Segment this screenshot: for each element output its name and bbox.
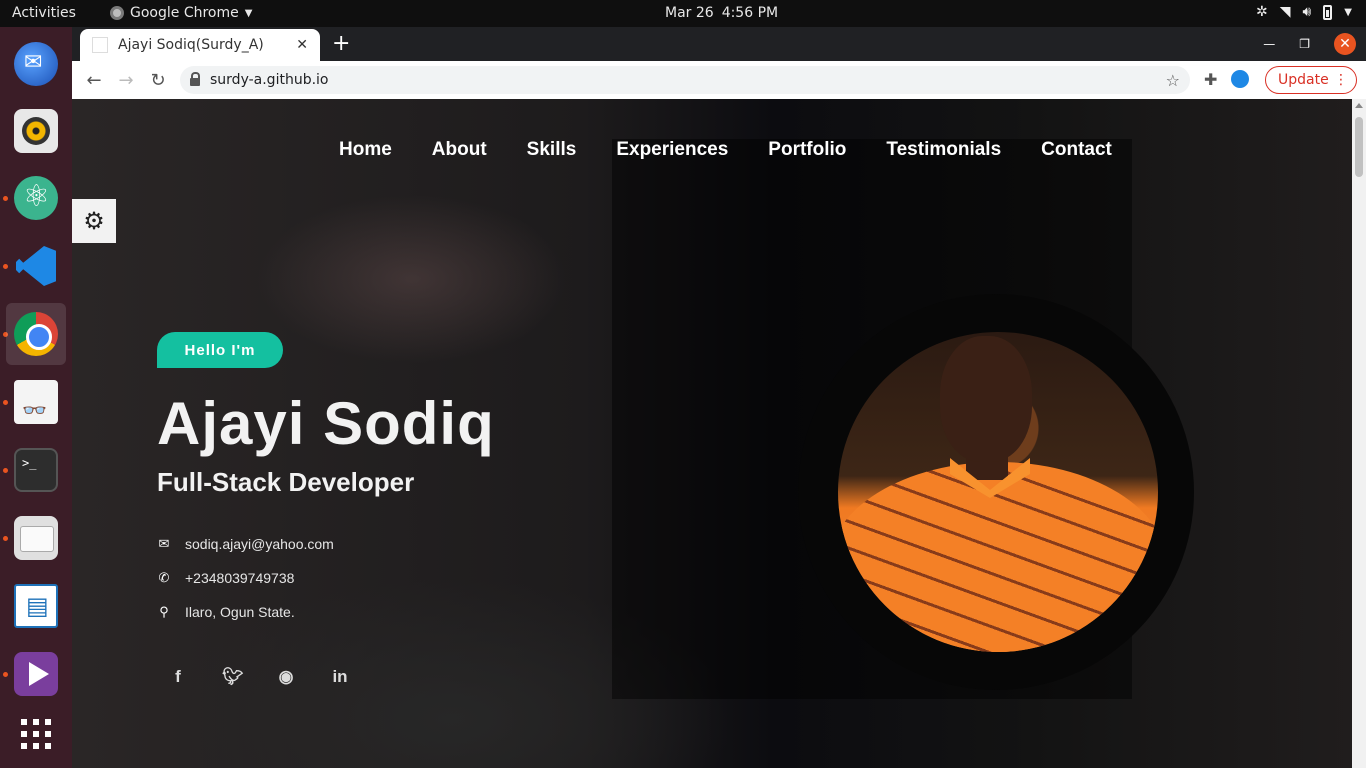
nav-testimonials[interactable]: Testimonials <box>886 139 1001 161</box>
phone-icon: ✆ <box>158 570 170 585</box>
dock-item-files[interactable] <box>6 507 66 569</box>
vscode-icon <box>14 244 58 288</box>
terminal-icon <box>14 448 58 492</box>
chrome-app-icon <box>110 6 124 20</box>
nav-skills[interactable]: Skills <box>527 139 577 161</box>
battery-icon[interactable] <box>1323 4 1333 20</box>
libreoffice-writer-icon <box>14 584 58 628</box>
location-text: Ilaro, Ogun State. <box>185 604 295 620</box>
nav-experiences[interactable]: Experiences <box>616 139 728 161</box>
minimize-button[interactable]: — <box>1263 37 1275 51</box>
clock-date: Mar 26 <box>665 5 714 21</box>
address-bar[interactable]: surdy-a.github.io ☆ <box>180 66 1190 94</box>
extensions-area: ✚ <box>1204 70 1250 89</box>
bookmark-star-icon[interactable]: ☆ <box>1166 71 1180 90</box>
system-tray[interactable]: ✲ ◥ 🔊︎ ▼ <box>1256 4 1352 20</box>
app-menu-label: Google Chrome <box>130 5 239 21</box>
atom-icon <box>14 176 58 220</box>
dock-item-writer[interactable] <box>6 575 66 637</box>
system-top-bar: Activities Google Chrome ▼ Mar 26 4:56 P… <box>0 0 1366 27</box>
tab-strip: Ajayi Sodiq(Surdy_A) ✕ + — ❐ ✕ <box>72 27 1366 61</box>
browser-toolbar: ← → ↻ surdy-a.github.io ☆ ✚ Update ⋮ <box>72 61 1366 99</box>
document-viewer-icon <box>14 380 58 424</box>
contact-phone[interactable]: ✆ +2348039749738 <box>157 570 295 586</box>
rhythmbox-icon <box>14 109 58 153</box>
clock[interactable]: Mar 26 4:56 PM <box>665 5 778 21</box>
update-button[interactable]: Update ⋮ <box>1265 66 1357 94</box>
update-label: Update <box>1278 72 1329 88</box>
chevron-down-icon[interactable]: ▼ <box>1344 7 1352 18</box>
lock-icon[interactable] <box>190 72 200 86</box>
map-marker-icon: ⚲ <box>159 604 169 619</box>
wifi-icon[interactable]: ◥ <box>1280 4 1291 20</box>
thunderbird-icon <box>14 42 58 86</box>
hero-name: Ajayi Sodiq <box>157 390 495 457</box>
show-apps-button[interactable] <box>6 703 66 765</box>
social-links: f 🐦︎ ◉ in <box>168 667 350 687</box>
site-nav: Home About Skills Experiences Portfolio … <box>339 139 1152 161</box>
hero-role: Full-Stack Developer <box>157 467 415 497</box>
hello-badge: Hello I'm <box>157 332 283 368</box>
dock-item-thunderbird[interactable] <box>6 33 66 95</box>
dock-item-terminal[interactable] <box>6 439 66 501</box>
page-viewport: Home About Skills Experiences Portfolio … <box>72 99 1352 768</box>
contact-email[interactable]: ✉ sodiq.ajayi@yahoo.com <box>157 536 334 552</box>
gear-icon: ⚙ <box>83 207 105 235</box>
close-icon[interactable]: ✕ <box>296 37 308 53</box>
dock-item-atom[interactable] <box>6 167 66 229</box>
app-menu[interactable]: Google Chrome ▼ <box>110 5 252 21</box>
dock-item-vscode[interactable] <box>6 235 66 297</box>
url-text: surdy-a.github.io <box>210 72 329 88</box>
new-tab-button[interactable]: + <box>332 31 350 56</box>
extensions-puzzle-icon[interactable]: ✚ <box>1204 70 1217 89</box>
chrome-window: Ajayi Sodiq(Surdy_A) ✕ + — ❐ ✕ ← → ↻ sur… <box>72 27 1366 768</box>
page-scrollbar[interactable] <box>1352 99 1366 768</box>
dock-item-chrome[interactable] <box>6 303 66 365</box>
github-icon[interactable]: ◉ <box>276 667 296 687</box>
favicon-icon <box>92 37 108 53</box>
twitter-icon[interactable]: 🐦︎ <box>222 667 244 687</box>
video-player-icon <box>14 652 58 696</box>
scrollbar-thumb[interactable] <box>1355 117 1363 177</box>
more-vert-icon[interactable]: ⋮ <box>1334 72 1348 88</box>
accessibility-icon[interactable]: ✲ <box>1256 4 1268 20</box>
back-button[interactable]: ← <box>78 70 110 91</box>
facebook-icon[interactable]: f <box>168 667 188 687</box>
nav-portfolio[interactable]: Portfolio <box>768 139 846 161</box>
show-apps-icon <box>21 719 51 749</box>
theme-toggle-button[interactable]: ⚙ <box>72 199 116 243</box>
window-controls: — ❐ ✕ <box>1263 33 1356 55</box>
clock-time: 4:56 PM <box>721 5 779 21</box>
scroll-up-arrow-icon[interactable] <box>1355 103 1363 108</box>
tab-title: Ajayi Sodiq(Surdy_A) <box>118 37 264 53</box>
nav-home[interactable]: Home <box>339 139 392 161</box>
forward-button[interactable]: → <box>110 70 142 91</box>
dock-item-video[interactable] <box>6 643 66 705</box>
nav-contact[interactable]: Contact <box>1041 139 1112 161</box>
volume-icon[interactable]: 🔊︎ <box>1302 4 1311 20</box>
nav-about[interactable]: About <box>432 139 487 161</box>
activities-button[interactable]: Activities <box>12 5 76 21</box>
dock <box>0 27 72 768</box>
linkedin-icon[interactable]: in <box>330 667 350 687</box>
profile-photo <box>838 332 1158 652</box>
chrome-icon <box>14 312 58 356</box>
phone-text: +2348039749738 <box>185 570 295 586</box>
dock-item-rhythmbox[interactable] <box>6 100 66 162</box>
contact-location: ⚲ Ilaro, Ogun State. <box>157 604 295 620</box>
reload-button[interactable]: ↻ <box>142 70 174 91</box>
envelope-icon: ✉ <box>158 536 170 551</box>
dock-item-document-viewer[interactable] <box>6 371 66 433</box>
close-window-button[interactable]: ✕ <box>1334 33 1356 55</box>
extension-logo-icon[interactable] <box>1231 70 1250 88</box>
maximize-button[interactable]: ❐ <box>1299 37 1310 51</box>
files-icon <box>14 516 58 560</box>
email-text: sodiq.ajayi@yahoo.com <box>185 536 334 552</box>
tab-active[interactable]: Ajayi Sodiq(Surdy_A) ✕ <box>80 29 320 61</box>
chevron-down-icon: ▼ <box>244 7 253 19</box>
